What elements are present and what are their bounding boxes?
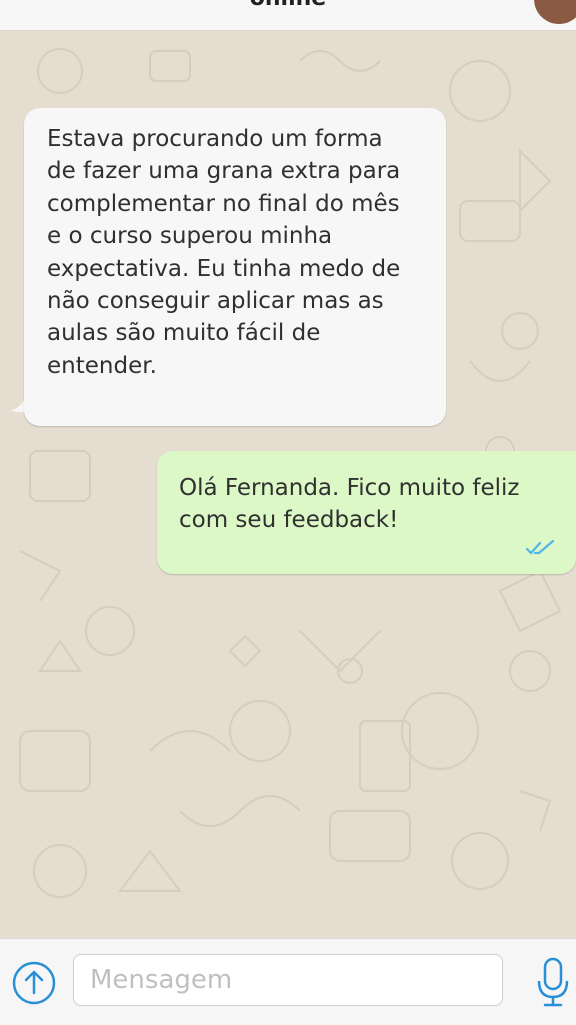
message-line: entender. — [47, 352, 157, 379]
avatar[interactable] — [534, 0, 576, 24]
message-line: aulas são muito fácil de — [47, 320, 321, 347]
contact-status: online — [0, 0, 576, 11]
chat-area[interactable]: Estava procurando um forma de fazer uma … — [0, 31, 576, 938]
message-line: Estava procurando um forma — [47, 126, 383, 152]
message-composer — [0, 938, 576, 1025]
message-line: expectativa. Eu tinha medo de — [47, 255, 401, 282]
incoming-message-bubble[interactable]: Estava procurando um forma de fazer uma … — [24, 108, 446, 426]
message-input[interactable] — [73, 954, 503, 1006]
message-line: de fazer uma grana extra para — [47, 158, 401, 185]
message-line: complementar no final do mês — [47, 190, 400, 217]
outgoing-message-bubble[interactable]: Olá Fernanda. Fico muito feliz com seu f… — [157, 451, 576, 574]
double-check-read-icon — [526, 540, 554, 555]
message-line: não conseguir aplicar mas as — [47, 288, 384, 315]
chat-header: online — [0, 0, 576, 31]
message-line: com seu feedback! — [179, 507, 399, 534]
message-line: e o curso superou minha — [47, 223, 333, 250]
message-line: Olá Fernanda. Fico muito feliz — [179, 475, 520, 501]
microphone-icon[interactable] — [535, 957, 571, 1009]
upload-arrow-icon[interactable] — [12, 961, 56, 1005]
